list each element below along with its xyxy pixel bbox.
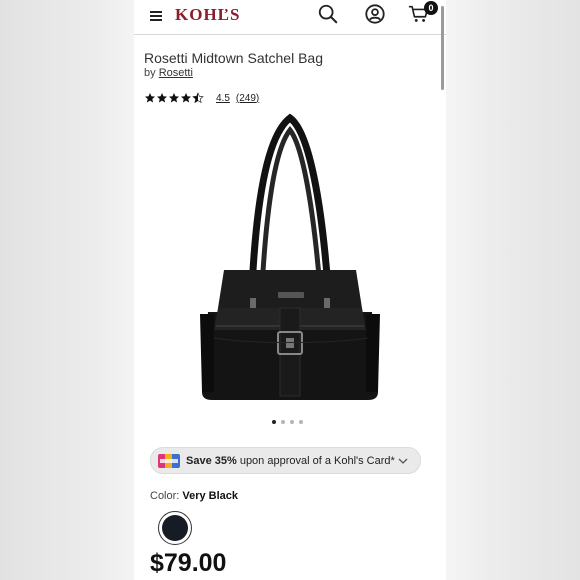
color-swatch-very-black[interactable] [158, 511, 192, 545]
background-left [0, 0, 134, 580]
scrollbar[interactable] [441, 6, 444, 90]
promo-bold: Save 35% [186, 454, 237, 467]
carousel-dot[interactable] [272, 420, 276, 424]
star-icon [181, 93, 191, 103]
color-value: Very Black [182, 490, 238, 502]
mobile-page: KOHĽS 0 Rosetti Midtown Satchel Bag by R… [134, 0, 446, 580]
rating-value[interactable]: 4.5 [216, 93, 230, 104]
promo-text: Save 35% upon approval of a Kohl's Card* [186, 455, 395, 467]
rating-row[interactable]: 4.5 (249) [144, 91, 259, 105]
carousel-dot[interactable] [290, 420, 294, 424]
rating-stars [144, 92, 204, 104]
hamburger-menu-icon[interactable] [150, 9, 164, 21]
by-label: by [144, 67, 156, 79]
promo-rest: upon approval of a Kohl's Card* [236, 454, 395, 467]
image-carousel-dots [272, 420, 303, 424]
carousel-dot[interactable] [281, 420, 285, 424]
chevron-down-icon[interactable] [398, 457, 408, 465]
star-icon [145, 93, 155, 103]
background-right [446, 0, 580, 580]
brand-link[interactable]: Rosetti [159, 67, 193, 79]
product-image-handbag[interactable] [192, 112, 388, 408]
search-icon[interactable] [317, 3, 339, 25]
cart-count-badge: 0 [424, 1, 438, 15]
carousel-dot[interactable] [299, 420, 303, 424]
swatch-fill [162, 515, 188, 541]
kohls-card-icon [158, 453, 180, 468]
color-label: Color: [150, 490, 180, 502]
product-price: $79.00 [150, 549, 227, 577]
kohls-card-promo[interactable]: Save 35% upon approval of a Kohl's Card* [150, 447, 421, 474]
top-header: KOHĽS 0 [134, 0, 446, 35]
star-icon [157, 93, 167, 103]
account-icon[interactable] [364, 3, 386, 25]
brand-byline: by Rosetti [144, 67, 193, 79]
half-star-icon [192, 92, 204, 104]
star-icon [169, 93, 179, 103]
product-title: Rosetti Midtown Satchel Bag [144, 50, 323, 66]
color-selection-label: Color: Very Black [150, 490, 238, 502]
rating-count[interactable]: (249) [236, 93, 259, 104]
kohls-logo[interactable]: KOHĽS [175, 5, 240, 25]
